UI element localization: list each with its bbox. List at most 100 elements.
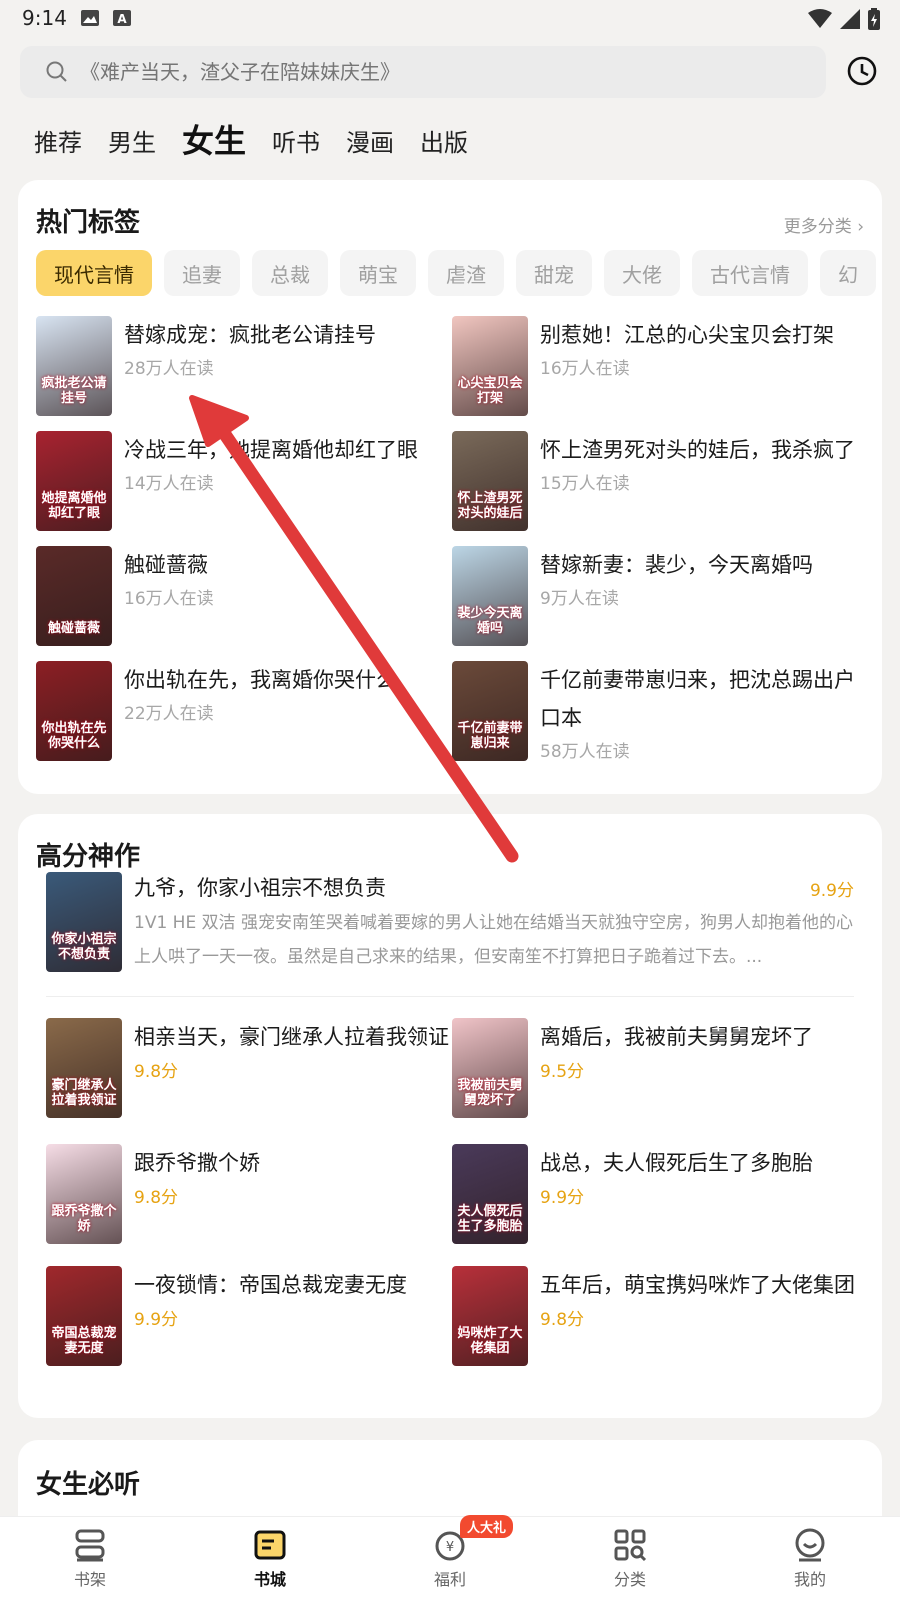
cover-title: 豪门继承人拉着我领证 bbox=[51, 1078, 117, 1108]
tab-audiobook[interactable]: 听书 bbox=[272, 123, 320, 162]
channel-tabs: 推荐 男生 女生 听书 漫画 出版 bbox=[34, 118, 494, 162]
tag-chip[interactable]: 大佬 bbox=[604, 250, 680, 296]
book-title: 五年后，萌宝携妈咪炸了大佬集团 bbox=[540, 1273, 855, 1297]
book-score: 9.9分 bbox=[540, 1188, 585, 1208]
cover-title: 怀上渣男死对头的娃后 bbox=[457, 491, 523, 521]
cover-title: 跟乔爷撒个娇 bbox=[51, 1204, 117, 1234]
book-item[interactable]: 她提离婚他却红了眼 冷战三年，她提离婚他却红了眼 14万人在读 bbox=[36, 431, 446, 535]
book-score: 9.5分 bbox=[540, 1062, 585, 1082]
nav-bookstore[interactable]: 书城 bbox=[180, 1517, 360, 1600]
book-item[interactable]: 妈咪炸了大佬集团 五年后，萌宝携妈咪炸了大佬集团 9.8分 bbox=[452, 1266, 862, 1376]
cover-title: 她提离婚他却红了眼 bbox=[41, 491, 107, 521]
high-score-title: 高分神作 bbox=[36, 842, 141, 872]
high-score-card: 高分神作 你家小祖宗不想负责 九爷，你家小祖宗不想负责 9.9分 1V1 HE … bbox=[18, 814, 882, 1418]
cover-title: 裴少今天离婚吗 bbox=[457, 606, 523, 636]
search-icon bbox=[46, 61, 67, 82]
tag-chip[interactable]: 追妻 bbox=[164, 250, 240, 296]
tag-chip[interactable]: 虐渣 bbox=[428, 250, 504, 296]
book-score: 9.8分 bbox=[134, 1062, 179, 1082]
book-item[interactable]: 你出轨在先你哭什么 你出轨在先，我离婚你哭什么 22万人在读 bbox=[36, 661, 446, 765]
book-readers: 9万人在读 bbox=[540, 589, 619, 609]
book-item[interactable]: 豪门继承人拉着我领证 相亲当天，豪门继承人拉着我领证 9.8分 bbox=[46, 1018, 456, 1128]
tab-comics[interactable]: 漫画 bbox=[346, 123, 394, 162]
book-item[interactable]: 千亿前妻带崽归来 千亿前妻带崽归来，把沈总踢出户口本 58万人在读 bbox=[452, 661, 862, 781]
cover-title: 夫人假死后生了多胞胎 bbox=[457, 1204, 523, 1234]
book-title: 别惹她！江总的心尖宝贝会打架 bbox=[540, 323, 834, 347]
tag-chip[interactable]: 现代言情 bbox=[36, 250, 152, 296]
book-cover: 你出轨在先你哭什么 bbox=[36, 661, 112, 761]
book-title: 冷战三年，她提离婚他却红了眼 bbox=[124, 438, 418, 462]
svg-text:¥: ¥ bbox=[446, 1540, 454, 1555]
book-item[interactable]: 心尖宝贝会打架 别惹她！江总的心尖宝贝会打架 16万人在读 bbox=[452, 316, 862, 420]
featured-book-desc: 1V1 HE 双洁 强宠安南笙哭着喊着要嫁的男人让她在结婚当天就独守空房，狗男人… bbox=[134, 913, 853, 967]
featured-book-score: 9.9分 bbox=[809, 881, 854, 901]
book-title: 一夜锁情：帝国总裁宠妻无度 bbox=[134, 1273, 407, 1297]
tag-chip[interactable]: 甜宠 bbox=[516, 250, 592, 296]
svg-text:A: A bbox=[117, 12, 127, 26]
book-cover: 夫人假死后生了多胞胎 bbox=[452, 1144, 528, 1244]
tag-row: 现代言情 追妻 总裁 萌宝 虐渣 甜宠 大佬 古代言情 幻 bbox=[36, 250, 882, 296]
book-title: 替嫁成宠：疯批老公请挂号 bbox=[124, 323, 376, 347]
tag-chip[interactable]: 幻 bbox=[820, 250, 876, 296]
more-categories-label: 更多分类 bbox=[783, 217, 852, 237]
book-cover: 我被前夫舅舅宠坏了 bbox=[452, 1018, 528, 1118]
tab-recommend[interactable]: 推荐 bbox=[34, 123, 82, 162]
nav-label: 我的 bbox=[793, 1570, 826, 1589]
cover-title: 帝国总裁宠妻无度 bbox=[51, 1326, 117, 1356]
nav-category[interactable]: 分类 bbox=[540, 1517, 720, 1600]
book-cover: 心尖宝贝会打架 bbox=[452, 316, 528, 416]
book-item[interactable]: 我被前夫舅舅宠坏了 离婚后，我被前夫舅舅宠坏了 9.5分 bbox=[452, 1018, 862, 1122]
book-cover: 裴少今天离婚吗 bbox=[452, 546, 528, 646]
gift-badge: 人大礼 bbox=[460, 1515, 514, 1538]
cover-title: 我被前夫舅舅宠坏了 bbox=[457, 1078, 523, 1108]
book-title: 战总，夫人假死后生了多胞胎 bbox=[540, 1151, 813, 1175]
book-title: 相亲当天，豪门继承人拉着我领证 bbox=[134, 1025, 449, 1049]
bookshelf-icon bbox=[75, 1529, 105, 1562]
book-cover: 千亿前妻带崽归来 bbox=[452, 661, 528, 761]
book-item[interactable]: 跟乔爷撒个娇 跟乔爷撒个娇 9.8分 bbox=[46, 1144, 456, 1248]
nav-label: 福利 bbox=[433, 1570, 466, 1589]
must-listen-title: 女生必听 bbox=[36, 1470, 141, 1500]
book-readers: 16万人在读 bbox=[540, 359, 630, 379]
search-bar[interactable] bbox=[20, 46, 826, 98]
book-item[interactable]: 触碰蔷薇 触碰蔷薇 16万人在读 bbox=[36, 546, 446, 650]
tag-chip[interactable]: 古代言情 bbox=[692, 250, 808, 296]
tag-chip[interactable]: 总裁 bbox=[252, 250, 328, 296]
tab-female[interactable]: 女生 bbox=[182, 116, 246, 162]
nav-welfare[interactable]: 人大礼 ¥ 福利 bbox=[360, 1515, 540, 1600]
nav-bookshelf[interactable]: 书架 bbox=[0, 1517, 180, 1600]
book-item[interactable]: 帝国总裁宠妻无度 一夜锁情：帝国总裁宠妻无度 9.9分 bbox=[46, 1266, 456, 1370]
book-title: 替嫁新妻：裴少，今天离婚吗 bbox=[540, 553, 813, 577]
cover-title: 触碰蔷薇 bbox=[47, 621, 100, 636]
nav-label: 分类 bbox=[613, 1570, 646, 1589]
signal-icon bbox=[840, 9, 860, 29]
cover-title: 心尖宝贝会打架 bbox=[457, 376, 523, 406]
book-item[interactable]: 怀上渣男死对头的娃后 怀上渣男死对头的娃后，我杀疯了 15万人在读 bbox=[452, 431, 862, 535]
bottom-nav: 书架 书城 人大礼 ¥ 福利 分类 我的 bbox=[0, 1515, 900, 1600]
divider bbox=[46, 996, 854, 997]
book-cover: 她提离婚他却红了眼 bbox=[36, 431, 112, 531]
book-item[interactable]: 裴少今天离婚吗 替嫁新妻：裴少，今天离婚吗 9万人在读 bbox=[452, 546, 862, 650]
book-title: 触碰蔷薇 bbox=[124, 553, 208, 577]
search-input[interactable] bbox=[80, 60, 800, 84]
book-readers: 22万人在读 bbox=[124, 704, 214, 724]
app-notification-icon: A bbox=[112, 10, 131, 26]
tab-male[interactable]: 男生 bbox=[108, 123, 156, 162]
hot-tags-title: 热门标签 bbox=[36, 208, 141, 238]
book-readers: 28万人在读 bbox=[124, 359, 214, 379]
book-item[interactable]: 夫人假死后生了多胞胎 战总，夫人假死后生了多胞胎 9.9分 bbox=[452, 1144, 862, 1248]
history-clock-icon[interactable] bbox=[846, 55, 878, 87]
nav-profile[interactable]: 我的 bbox=[720, 1517, 900, 1600]
tag-chip[interactable]: 萌宝 bbox=[340, 250, 416, 296]
tab-publishing[interactable]: 出版 bbox=[420, 123, 468, 162]
book-cover: 帝国总裁宠妻无度 bbox=[46, 1266, 122, 1366]
book-score: 9.9分 bbox=[134, 1310, 179, 1330]
featured-book[interactable]: 你家小祖宗不想负责 九爷，你家小祖宗不想负责 9.9分 1V1 HE 双洁 强宠… bbox=[46, 872, 854, 972]
book-score: 9.8分 bbox=[134, 1188, 179, 1208]
more-categories-link[interactable]: 更多分类 › bbox=[784, 212, 864, 237]
status-time: 9:14 bbox=[22, 6, 67, 30]
book-item[interactable]: 疯批老公请挂号 替嫁成宠：疯批老公请挂号 28万人在读 bbox=[36, 316, 446, 420]
hot-tags-card: 热门标签 更多分类 › 现代言情 追妻 总裁 萌宝 虐渣 甜宠 大佬 古代言情 … bbox=[18, 180, 882, 794]
book-cover: 怀上渣男死对头的娃后 bbox=[452, 431, 528, 531]
book-readers: 14万人在读 bbox=[124, 474, 214, 494]
